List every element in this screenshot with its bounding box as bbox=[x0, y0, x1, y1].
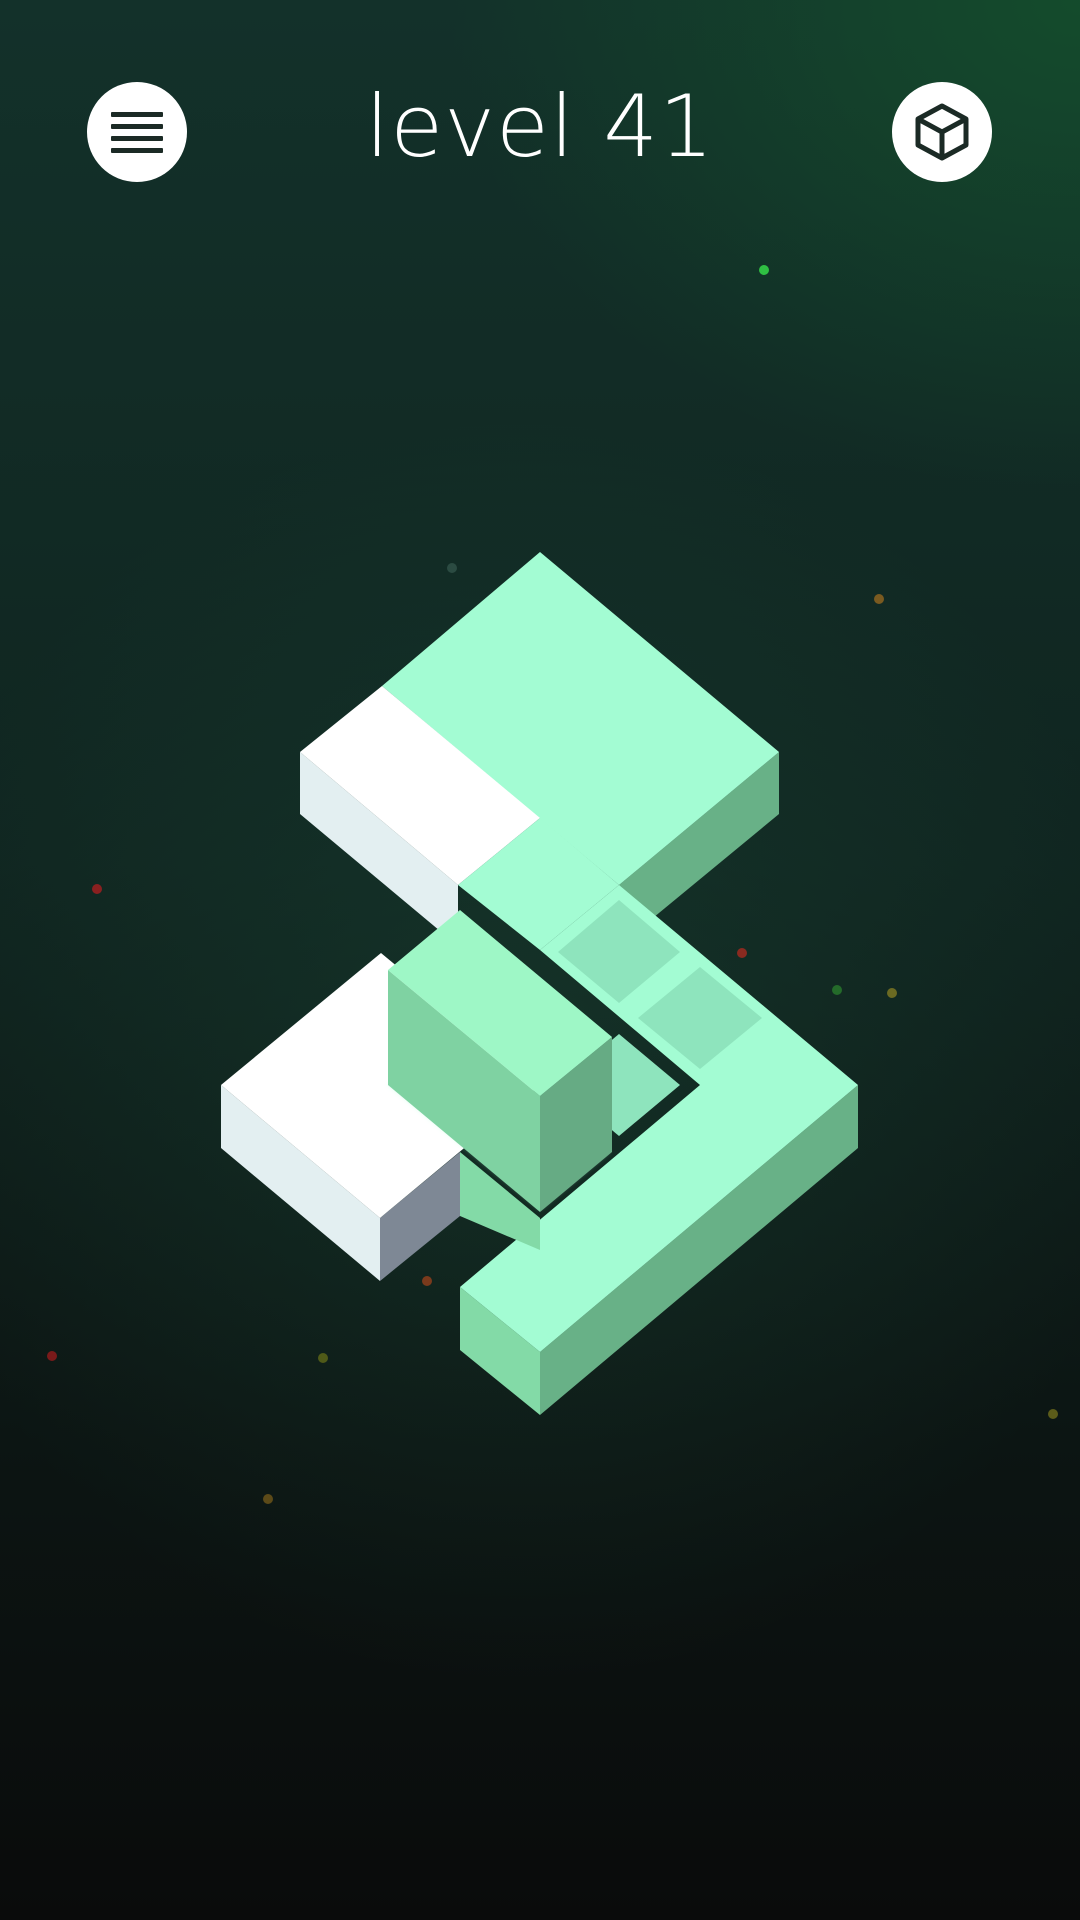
game-board bbox=[47, 265, 1058, 1504]
